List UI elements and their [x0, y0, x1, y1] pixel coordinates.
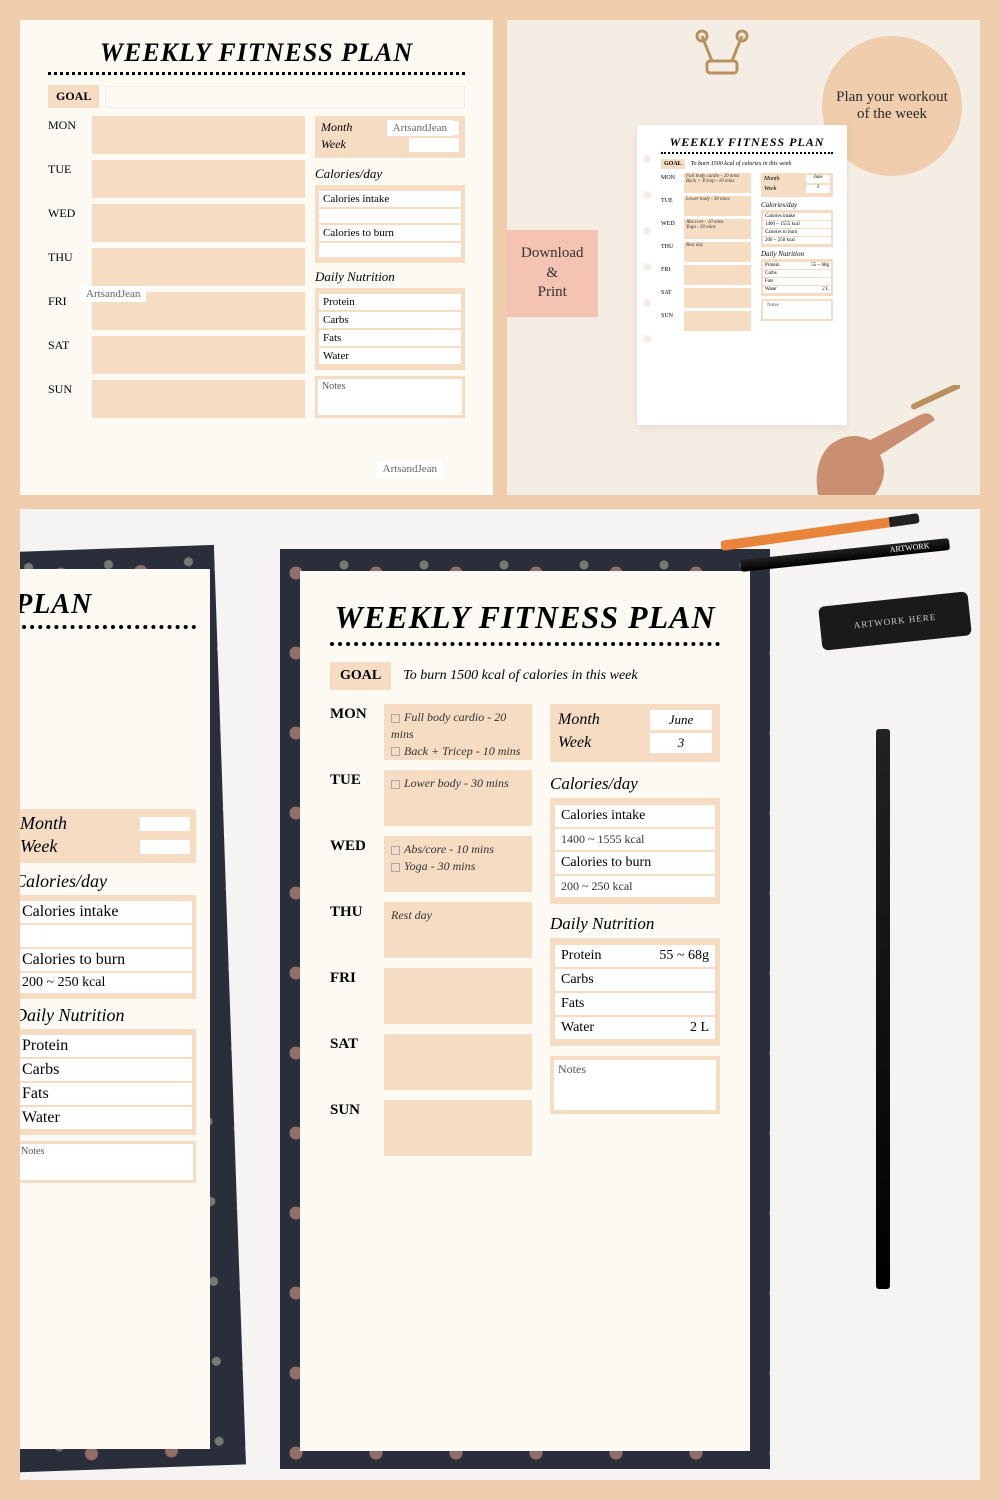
- watermark: ArtsandJean: [377, 461, 443, 477]
- page-title: WEEKLY FITNESS PLAN: [48, 38, 465, 68]
- cal-burn-label: Calories to burn: [323, 227, 457, 239]
- eraser-icon: ARTWORK HERE: [818, 591, 972, 650]
- goal-text[interactable]: To burn 1500 kcal of calories in this we…: [397, 668, 637, 684]
- calories-header: Calories/day: [315, 166, 465, 182]
- cal-intake-label: Calories intake: [561, 808, 709, 824]
- day-label-tue: TUE: [330, 770, 378, 789]
- day-label-sun: SUN: [48, 380, 86, 397]
- hand-holding-pen-icon: [780, 385, 960, 495]
- day-label-sun: SUN: [330, 1100, 378, 1119]
- nut-fats: Fats: [323, 332, 457, 344]
- nut-water-val[interactable]: 2 L: [690, 1020, 709, 1036]
- nut-protein-val[interactable]: 55 ~ 68g: [659, 948, 709, 964]
- month-label: Month: [558, 711, 650, 729]
- goal-label: GOAL: [330, 662, 391, 690]
- watermark: ArtsandJean: [387, 120, 453, 136]
- day-box[interactable]: [92, 116, 305, 154]
- cal-intake-input[interactable]: [319, 209, 461, 223]
- day-box-mon[interactable]: Full body cardio - 20 minsBack + Tricep …: [384, 704, 532, 760]
- goal-label: GOAL: [48, 85, 99, 108]
- panel-desk-mockup: SS PLAN Month Week Calories/day Calories…: [20, 509, 980, 1480]
- day-label-thu: THU: [330, 902, 378, 921]
- day-label-tue: TUE: [48, 160, 86, 177]
- calories-header: Calories/day: [550, 774, 720, 794]
- day-box[interactable]: [92, 380, 305, 418]
- nut-fats: Fats: [561, 996, 709, 1012]
- day-box[interactable]: [92, 160, 305, 198]
- day-label-mon: MON: [330, 704, 378, 723]
- pencil-icon: [876, 729, 890, 1289]
- nut-protein: Protein: [323, 296, 457, 308]
- goal-input[interactable]: [105, 86, 465, 108]
- nut-carbs: Carbs: [323, 314, 457, 326]
- day-box-sat[interactable]: [384, 1034, 532, 1090]
- day-box[interactable]: [92, 336, 305, 374]
- partial-sheet-left: SS PLAN Month Week Calories/day Calories…: [20, 569, 210, 1449]
- day-box-fri[interactable]: [384, 968, 532, 1024]
- day-label-mon: MON: [48, 116, 86, 133]
- cal-burn-label: Calories to burn: [561, 855, 709, 871]
- week-input[interactable]: [409, 138, 459, 152]
- main-filled-sheet: WEEKLY FITNESS PLAN GOAL To burn 1500 kc…: [300, 571, 750, 1451]
- day-box-tue[interactable]: Lower body - 30 mins: [384, 770, 532, 826]
- binder-clip-icon: [687, 26, 757, 106]
- week-label: Week: [558, 734, 650, 752]
- day-label-sat: SAT: [330, 1034, 378, 1053]
- notes-box[interactable]: Notes: [554, 1060, 716, 1110]
- nut-carbs: Carbs: [561, 972, 709, 988]
- nut-water: Water: [561, 1020, 690, 1036]
- panel-blank-template: WEEKLY FITNESS PLAN GOAL MON TUE WED THU…: [20, 20, 493, 495]
- page-title: WEEKLY FITNESS PLAN: [330, 599, 720, 636]
- day-box[interactable]: [92, 248, 305, 286]
- day-box-thu[interactable]: Rest day: [384, 902, 532, 958]
- download-print-label: Download&Print: [507, 230, 598, 317]
- day-box-wed[interactable]: Abs/core - 10 minsYoga - 30 mins: [384, 836, 532, 892]
- divider: [48, 72, 465, 75]
- week-value[interactable]: 3: [650, 733, 712, 753]
- notes-label[interactable]: Notes: [318, 379, 462, 415]
- day-box[interactable]: [92, 204, 305, 242]
- day-box-sun[interactable]: [384, 1100, 532, 1156]
- nut-protein: Protein: [561, 948, 659, 964]
- cal-burn-value[interactable]: 200 ~ 250 kcal: [561, 879, 709, 894]
- day-label-fri: FRI: [330, 968, 378, 987]
- panel-lifestyle-mockup: Plan your workout of the week Download&P…: [507, 20, 980, 495]
- divider: [330, 642, 720, 646]
- cal-burn-input[interactable]: [319, 243, 461, 257]
- nut-water: Water: [323, 350, 457, 362]
- cal-intake-label: Calories intake: [323, 193, 457, 205]
- month-value[interactable]: June: [650, 710, 712, 730]
- nutrition-header: Daily Nutrition: [550, 914, 720, 934]
- cal-intake-value[interactable]: 1400 ~ 1555 kcal: [561, 832, 709, 847]
- day-label-thu: THU: [48, 248, 86, 265]
- day-label-sat: SAT: [48, 336, 86, 353]
- watermark: ArtsandJean: [80, 286, 146, 302]
- nutrition-header: Daily Nutrition: [315, 269, 465, 285]
- day-label-wed: WED: [330, 836, 378, 855]
- week-label: Week: [321, 137, 409, 152]
- day-label-wed: WED: [48, 204, 86, 221]
- mini-planner-preview: WEEKLY FITNESS PLAN GOALTo burn 1500 kca…: [637, 125, 847, 425]
